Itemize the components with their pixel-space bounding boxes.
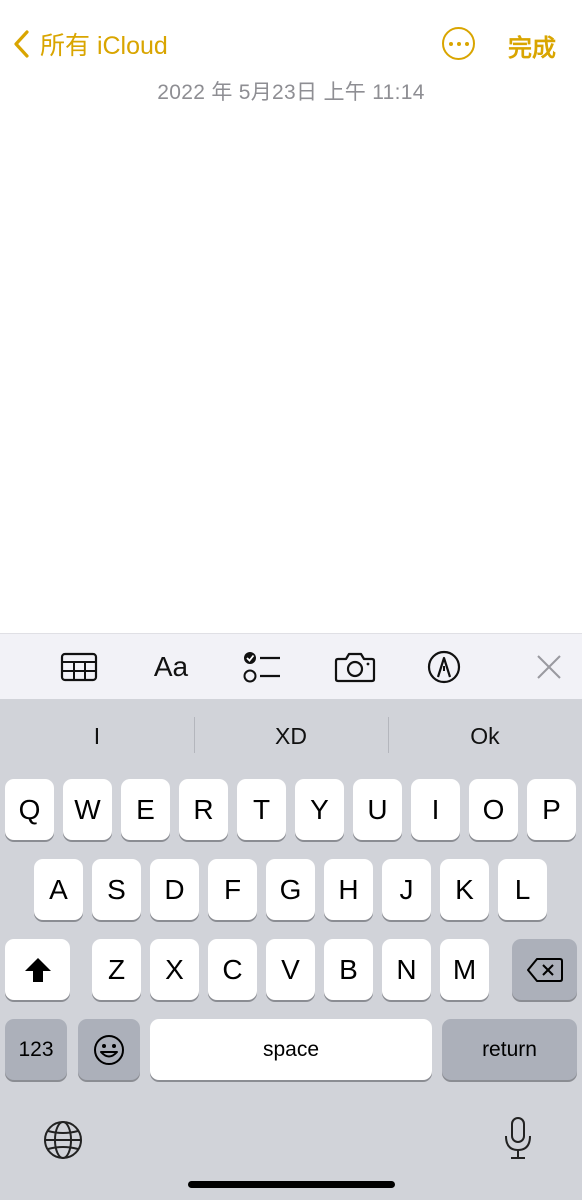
key-c[interactable]: C bbox=[208, 939, 257, 1000]
key-t[interactable]: T bbox=[237, 779, 286, 840]
key-v[interactable]: V bbox=[266, 939, 315, 1000]
space-key[interactable]: space bbox=[150, 1019, 432, 1080]
key-p[interactable]: P bbox=[527, 779, 576, 840]
suggestion-item[interactable]: Ok bbox=[388, 699, 582, 773]
home-indicator bbox=[188, 1181, 395, 1188]
note-date: 2022 年 5月23日 上午 11:14 bbox=[157, 81, 425, 104]
chevron-left-icon bbox=[14, 30, 29, 58]
back-label: 所有 iCloud bbox=[40, 32, 168, 60]
key-r[interactable]: R bbox=[179, 779, 228, 840]
suggestion-bar: I XD Ok bbox=[0, 699, 582, 773]
emoji-key[interactable] bbox=[78, 1019, 140, 1080]
delete-key[interactable] bbox=[512, 939, 577, 1000]
format-label: Aa bbox=[153, 651, 189, 682]
markup-icon[interactable] bbox=[424, 634, 464, 700]
globe-icon[interactable] bbox=[42, 1119, 84, 1166]
table-icon[interactable] bbox=[56, 634, 102, 700]
key-y[interactable]: Y bbox=[295, 779, 344, 840]
key-w[interactable]: W bbox=[63, 779, 112, 840]
key-f[interactable]: F bbox=[208, 859, 257, 920]
note-body[interactable] bbox=[0, 110, 582, 632]
key-h[interactable]: H bbox=[324, 859, 373, 920]
close-icon[interactable] bbox=[532, 634, 566, 700]
key-i[interactable]: I bbox=[411, 779, 460, 840]
key-z[interactable]: Z bbox=[92, 939, 141, 1000]
shift-icon bbox=[24, 957, 51, 982]
key-x[interactable]: X bbox=[150, 939, 199, 1000]
microphone-icon[interactable] bbox=[502, 1116, 534, 1167]
key-g[interactable]: G bbox=[266, 859, 315, 920]
key-s[interactable]: S bbox=[92, 859, 141, 920]
back-button[interactable]: 所有 iCloud bbox=[10, 24, 168, 64]
suggestion-item[interactable]: XD bbox=[194, 699, 388, 773]
numbers-key[interactable]: 123 bbox=[5, 1019, 67, 1080]
return-key[interactable]: return bbox=[442, 1019, 577, 1080]
done-button[interactable]: 完成 bbox=[508, 28, 556, 63]
key-b[interactable]: B bbox=[324, 939, 373, 1000]
key-d[interactable]: D bbox=[150, 859, 199, 920]
emoji-icon bbox=[94, 1034, 124, 1065]
key-k[interactable]: K bbox=[440, 859, 489, 920]
key-m[interactable]: M bbox=[440, 939, 489, 1000]
key-j[interactable]: J bbox=[382, 859, 431, 920]
shift-key[interactable] bbox=[5, 939, 70, 1000]
key-l[interactable]: L bbox=[498, 859, 547, 920]
key-u[interactable]: U bbox=[353, 779, 402, 840]
format-toolbar: Aa bbox=[0, 633, 582, 700]
key-e[interactable]: E bbox=[121, 779, 170, 840]
key-q[interactable]: Q bbox=[5, 779, 54, 840]
key-o[interactable]: O bbox=[469, 779, 518, 840]
more-icon[interactable] bbox=[442, 27, 475, 60]
key-n[interactable]: N bbox=[382, 939, 431, 1000]
suggestion-item[interactable]: I bbox=[0, 699, 194, 773]
format-icon[interactable]: Aa bbox=[147, 634, 195, 700]
backspace-icon bbox=[526, 957, 563, 982]
checklist-icon[interactable] bbox=[240, 634, 284, 700]
camera-icon[interactable] bbox=[333, 634, 377, 700]
nav-bar: 所有 iCloud 完成 bbox=[0, 0, 582, 80]
key-a[interactable]: A bbox=[34, 859, 83, 920]
